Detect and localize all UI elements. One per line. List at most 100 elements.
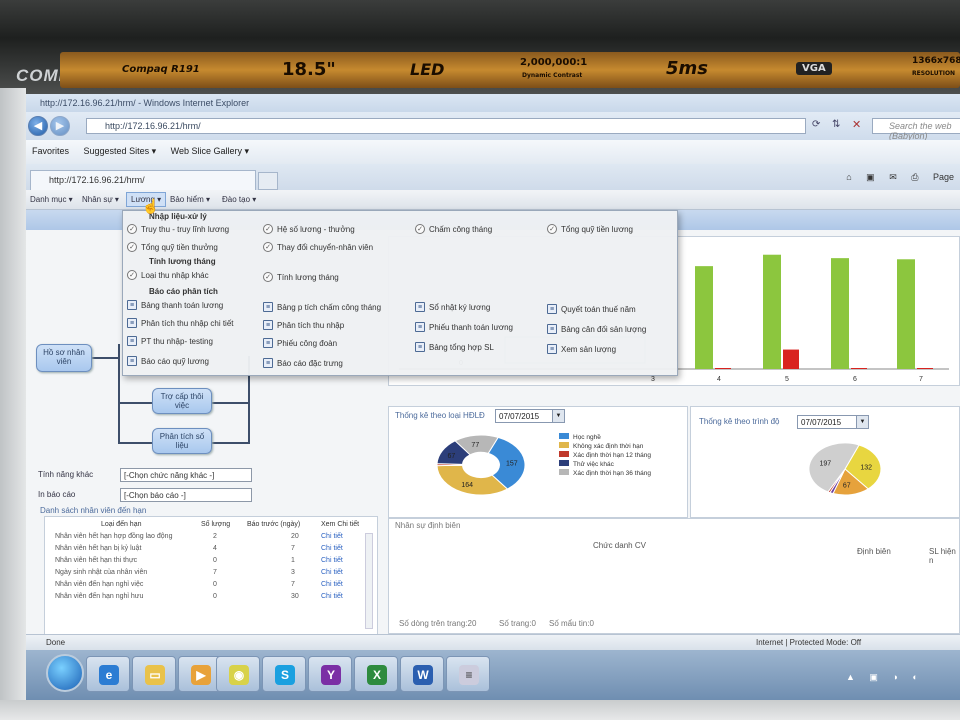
menu-item-pt-testing[interactable]: ≡ PT thu nhập- testing — [127, 336, 213, 346]
address-bar-row: ◀ ▶ http://172.16.96.21/hrm/ ⟳ ⇅ ✕ Searc… — [26, 112, 960, 141]
sticker-model: Compaq R191 — [122, 64, 200, 75]
mail-icon[interactable]: ✉ — [889, 172, 903, 182]
compat-icon[interactable]: ⇅ — [832, 119, 840, 130]
diagram-node-ho-so[interactable]: Hồ sơ nhân viên — [36, 344, 92, 372]
staff-footer-rows: Số dòng trên trang:20 — [399, 619, 477, 628]
table-cell: 20 — [291, 533, 299, 540]
menu-item-label: Sổ nhật ký lương — [429, 303, 491, 312]
menu-bao-hiem[interactable]: Bảo hiểm ▾ — [170, 195, 210, 204]
taskbar-yahoo[interactable]: Y — [308, 656, 352, 692]
folder-icon: ▭ — [145, 665, 165, 685]
menu-item-dac-trung[interactable]: ≡ Báo cáo đặc trưng — [263, 358, 343, 368]
chevron-down-icon: ▼ — [856, 416, 868, 428]
menu-item-phieu-thanh-toan[interactable]: ≡ Phiếu thanh toán lương — [415, 322, 513, 332]
menu-item-label: Phân tích thu nhập chi tiết — [141, 319, 234, 328]
taskbar-chrome[interactable]: ◉ — [216, 656, 260, 692]
taskbar-ie[interactable]: e — [86, 656, 130, 692]
detail-link[interactable]: Chi tiết — [321, 593, 343, 600]
other-feature-label: Tính năng khác — [38, 470, 94, 479]
report-icon: ≡ — [263, 302, 273, 312]
due-table: Loại đến hạn Số lượng Báo trước (ngày) X… — [44, 516, 378, 636]
menu-item-label: Phiếu công đoàn — [277, 339, 338, 348]
media-icon: ▶ — [191, 665, 211, 685]
table-cell: 0 — [213, 581, 217, 588]
staff-footer-records: Số mẩu tin:0 — [549, 619, 594, 628]
web-slice-gallery-link[interactable]: Web Slice Gallery ▾ — [171, 146, 249, 156]
print-icon[interactable]: ⎙ — [911, 172, 924, 182]
menu-item-bang-thanh-toan[interactable]: ≡ Bảng thanh toán lương — [127, 300, 223, 310]
pie-slice — [436, 464, 509, 496]
taskbar-skype[interactable]: S — [262, 656, 306, 692]
detail-link[interactable]: Chi tiết — [321, 557, 343, 564]
report-icon: ≡ — [547, 324, 557, 334]
menu-item-phieu-cong-doan[interactable]: ≡ Phiếu công đoàn — [263, 338, 338, 348]
detail-link[interactable]: Chi tiết — [321, 533, 343, 540]
menu-item-pt-chi-tiet[interactable]: ≡ Phân tích thu nhập chi tiết — [127, 318, 234, 328]
table-scrollbar[interactable] — [365, 533, 373, 629]
feeds-icon[interactable]: ▣ — [866, 172, 881, 182]
menu-item-can-doi[interactable]: ≡ Bảng cân đối sản lượng — [547, 324, 646, 334]
contract-date-select[interactable]: 07/07/2015 ▼ — [495, 409, 565, 423]
bar-series-2 — [783, 349, 799, 369]
detail-link[interactable]: Chi tiết — [321, 581, 343, 588]
system-tray[interactable]: ▲ ▣ ◑ ◐ — [846, 672, 924, 683]
menu-item-pt-thu-nhap[interactable]: ≡ Phân tích thu nhập — [263, 320, 344, 330]
search-input[interactable]: Search the web (Babylon) — [872, 118, 960, 141]
menu-item-quyet-toan[interactable]: ≡ Quyết toán thuế năm — [547, 304, 636, 314]
menu-dao-tao[interactable]: Đào tạo ▾ — [222, 195, 256, 204]
menu-nhan-su[interactable]: Nhân sự ▾ — [82, 195, 119, 204]
check-icon: ✓ — [263, 224, 273, 234]
start-button[interactable] — [46, 654, 84, 692]
menu-item-bang-p-tich[interactable]: ≡ Bảng p tích chấm công tháng — [263, 302, 381, 312]
diagram-node-phan-tich[interactable]: Phân tích số liệu — [152, 428, 212, 454]
taskbar-excel[interactable]: X — [354, 656, 398, 692]
table-cell: Nhân viên hết hạn bị kỷ luật — [55, 545, 142, 552]
page-menu[interactable]: Page — [933, 172, 954, 182]
menu-item-cham-cong[interactable]: ✓ Chấm công tháng — [415, 224, 492, 234]
report-icon: ≡ — [415, 322, 425, 332]
report-select[interactable]: [-Chọn báo cáo -] — [120, 488, 252, 502]
sticker-size: 18.5" — [282, 59, 336, 80]
taskbar-folder[interactable]: ▭ — [132, 656, 176, 692]
menu-item-tong-hop-sl[interactable]: ≡ Bảng tổng hợp SL — [415, 342, 494, 352]
check-icon: ✓ — [547, 224, 557, 234]
menu-danh-muc[interactable]: Danh mục ▾ — [30, 195, 73, 204]
menu-item-loai-thu-nhap[interactable]: ✓ Loại thu nhập khác — [127, 270, 209, 280]
menu-item-he-so[interactable]: ✓ Hệ số lương - thưởng — [263, 224, 355, 234]
report-value: [-Chọn báo cáo -] — [124, 491, 186, 500]
education-date-value: 07/07/2015 — [801, 418, 842, 427]
education-date-select[interactable]: 07/07/2015 ▼ — [797, 415, 869, 429]
favorites-button[interactable]: Favorites — [32, 146, 69, 156]
bar-series-2 — [715, 368, 731, 369]
address-input[interactable]: http://172.16.96.21/hrm/ — [86, 118, 806, 134]
skype-icon: S — [275, 665, 295, 685]
menu-item-tinh-luong[interactable]: ✓ Tính lương tháng — [263, 272, 339, 282]
menu-item-thay-doi[interactable]: ✓ Thay đổi chuyển-nhân viên — [263, 242, 373, 252]
menu-item-tong-quy-thuong[interactable]: ✓ Tổng quỹ tiền thưởng — [127, 242, 218, 252]
table-header: Loại đến hạn — [101, 521, 142, 528]
new-tab-button[interactable] — [258, 172, 278, 190]
refresh-icon[interactable]: ⟳ — [812, 119, 820, 130]
menu-item-so-nhat-ky[interactable]: ≡ Sổ nhật ký lương — [415, 302, 491, 312]
staff-panel-title: Nhân sự định biên — [395, 521, 461, 530]
staff-footer-pages: Số trang:0 — [499, 619, 536, 628]
forward-button[interactable]: ▶ — [50, 116, 70, 136]
menu-item-quy-luong[interactable]: ≡ Báo cáo quỹ lương — [127, 356, 209, 366]
tab-current[interactable]: http://172.16.96.21/hrm/ — [30, 170, 256, 190]
pie-value-label: 164 — [461, 482, 473, 489]
menu-item-xem-san-luong[interactable]: ≡ Xem sản lượng — [547, 344, 616, 354]
detail-link[interactable]: Chi tiết — [321, 569, 343, 576]
menu-item-tong-quy-luong[interactable]: ✓ Tổng quỹ tiền lương — [547, 224, 633, 234]
stop-icon[interactable]: ✕ — [852, 118, 861, 131]
detail-link[interactable]: Chi tiết — [321, 545, 343, 552]
taskbar-word[interactable]: W — [400, 656, 444, 692]
back-button[interactable]: ◀ — [28, 116, 48, 136]
x-tick-label: 5 — [785, 376, 789, 383]
suggested-sites-link[interactable]: Suggested Sites ▾ — [84, 146, 157, 156]
other-feature-select[interactable]: [-Chọn chức năng khác -] — [120, 468, 252, 482]
diagram-node-tro-cap[interactable]: Trợ cấp thôi việc — [152, 388, 212, 414]
status-zone: Internet | Protected Mode: Off — [756, 638, 862, 647]
taskbar-notepad[interactable]: ≡ — [446, 656, 490, 692]
menu-item-truy-thu[interactable]: ✓ Truy thu - truy lĩnh lương — [127, 224, 229, 234]
home-icon[interactable]: ⌂ — [846, 172, 857, 182]
